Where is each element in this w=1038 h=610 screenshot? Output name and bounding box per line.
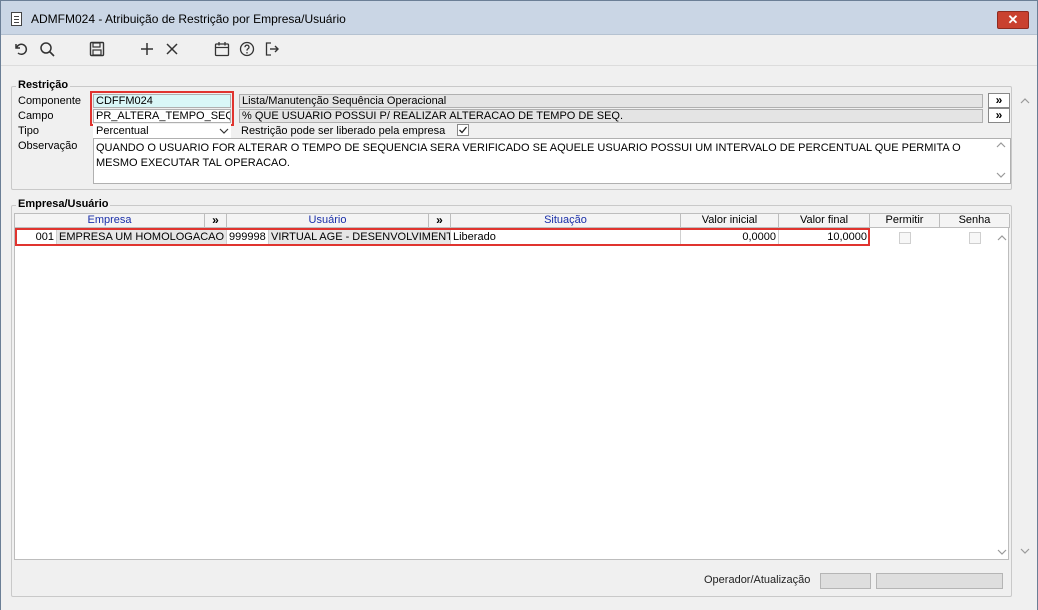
col-header-valor-inicial[interactable]: Valor inicial <box>681 214 779 228</box>
campo-description: % QUE USUARIO POSSUI P/ REALIZAR ALTERAC… <box>239 109 983 123</box>
refresh-icon[interactable] <box>11 38 31 60</box>
empresa-usuario-group-title: Empresa/Usuário <box>16 198 111 210</box>
campo-field[interactable]: PR_ALTERA_TEMPO_SEQ <box>93 109 231 123</box>
permitir-checkbox[interactable] <box>899 232 911 244</box>
empresa-lookup-button[interactable]: » <box>205 214 227 228</box>
col-header-usuario[interactable]: Usuário <box>227 214 429 228</box>
componente-description: Lista/Manutenção Sequência Operacional <box>239 94 983 108</box>
observacao-textarea[interactable]: QUANDO O USUARIO FOR ALTERAR O TEMPO DE … <box>93 138 1011 184</box>
main-window: ADMFM024 - Atribuição de Restrição por E… <box>0 0 1038 610</box>
col-header-situacao[interactable]: Situação <box>451 214 681 228</box>
tipo-select[interactable]: Percentual <box>93 124 231 138</box>
campo-lookup-button[interactable]: » <box>988 108 1010 123</box>
calendar-icon[interactable] <box>212 38 232 60</box>
empresa-usuario-grid: Empresa » Usuário » Situação Valor inici… <box>14 213 1010 560</box>
help-icon[interactable] <box>237 38 257 60</box>
atualizacao-field <box>876 573 1003 589</box>
usuario-lookup-button[interactable]: » <box>429 214 451 228</box>
tipo-label: Tipo <box>18 125 39 137</box>
window-scroll-down-icon[interactable] <box>1018 546 1032 558</box>
observacao-label: Observação <box>18 140 78 152</box>
empresa-name-cell: EMPRESA UM HOMOLOGACAO <box>57 230 227 245</box>
campo-label: Campo <box>18 110 54 122</box>
usuario-name-cell: VIRTUAL AGE - DESENVOLVIMENTO <box>269 230 451 245</box>
operador-atualizacao-label: Operador/Atualização <box>704 574 811 586</box>
close-button[interactable]: ✕ <box>997 11 1029 29</box>
window-scroll-up-icon[interactable] <box>1018 96 1032 108</box>
content-area: Restrição Componente CDFFM024 Lista/Manu… <box>1 65 1037 610</box>
col-header-valor-final[interactable]: Valor final <box>779 214 870 228</box>
valor-final-cell[interactable]: 10,0000 <box>779 230 870 245</box>
col-header-empresa[interactable]: Empresa <box>15 214 205 228</box>
title-bar: ADMFM024 - Atribuição de Restrição por E… <box>1 1 1037 35</box>
save-icon[interactable] <box>87 38 107 60</box>
grid-scroll-down-icon[interactable] <box>995 547 1009 559</box>
componente-label: Componente <box>18 95 81 107</box>
senha-checkbox[interactable] <box>969 232 981 244</box>
search-icon[interactable] <box>37 38 57 60</box>
usuario-code-cell[interactable]: 999998 <box>227 230 269 245</box>
liberado-label: Restrição pode ser liberado pela empresa <box>241 125 446 137</box>
restricao-group-title: Restrição <box>16 79 71 91</box>
observacao-scroll-down-icon[interactable] <box>994 170 1008 182</box>
operador-field <box>820 573 871 589</box>
add-icon[interactable] <box>137 38 157 60</box>
col-header-senha[interactable]: Senha <box>940 214 1010 228</box>
document-icon <box>11 12 22 26</box>
empresa-code-cell[interactable]: 001 <box>15 230 57 245</box>
chevron-down-icon[interactable] <box>219 127 229 137</box>
liberado-checkbox[interactable] <box>457 124 469 136</box>
situacao-cell[interactable]: Liberado <box>451 230 681 245</box>
componente-field[interactable]: CDFFM024 <box>93 94 231 108</box>
window-title: ADMFM024 - Atribuição de Restrição por E… <box>31 12 346 26</box>
exit-icon[interactable] <box>262 38 282 60</box>
col-header-permitir[interactable]: Permitir <box>870 214 940 228</box>
delete-icon[interactable] <box>162 38 182 60</box>
componente-lookup-button[interactable]: » <box>988 93 1010 108</box>
grid-scroll-up-icon[interactable] <box>995 233 1009 245</box>
observacao-scroll-up-icon[interactable] <box>994 140 1008 152</box>
toolbar <box>1 36 1037 64</box>
valor-inicial-cell[interactable]: 0,0000 <box>681 230 779 245</box>
